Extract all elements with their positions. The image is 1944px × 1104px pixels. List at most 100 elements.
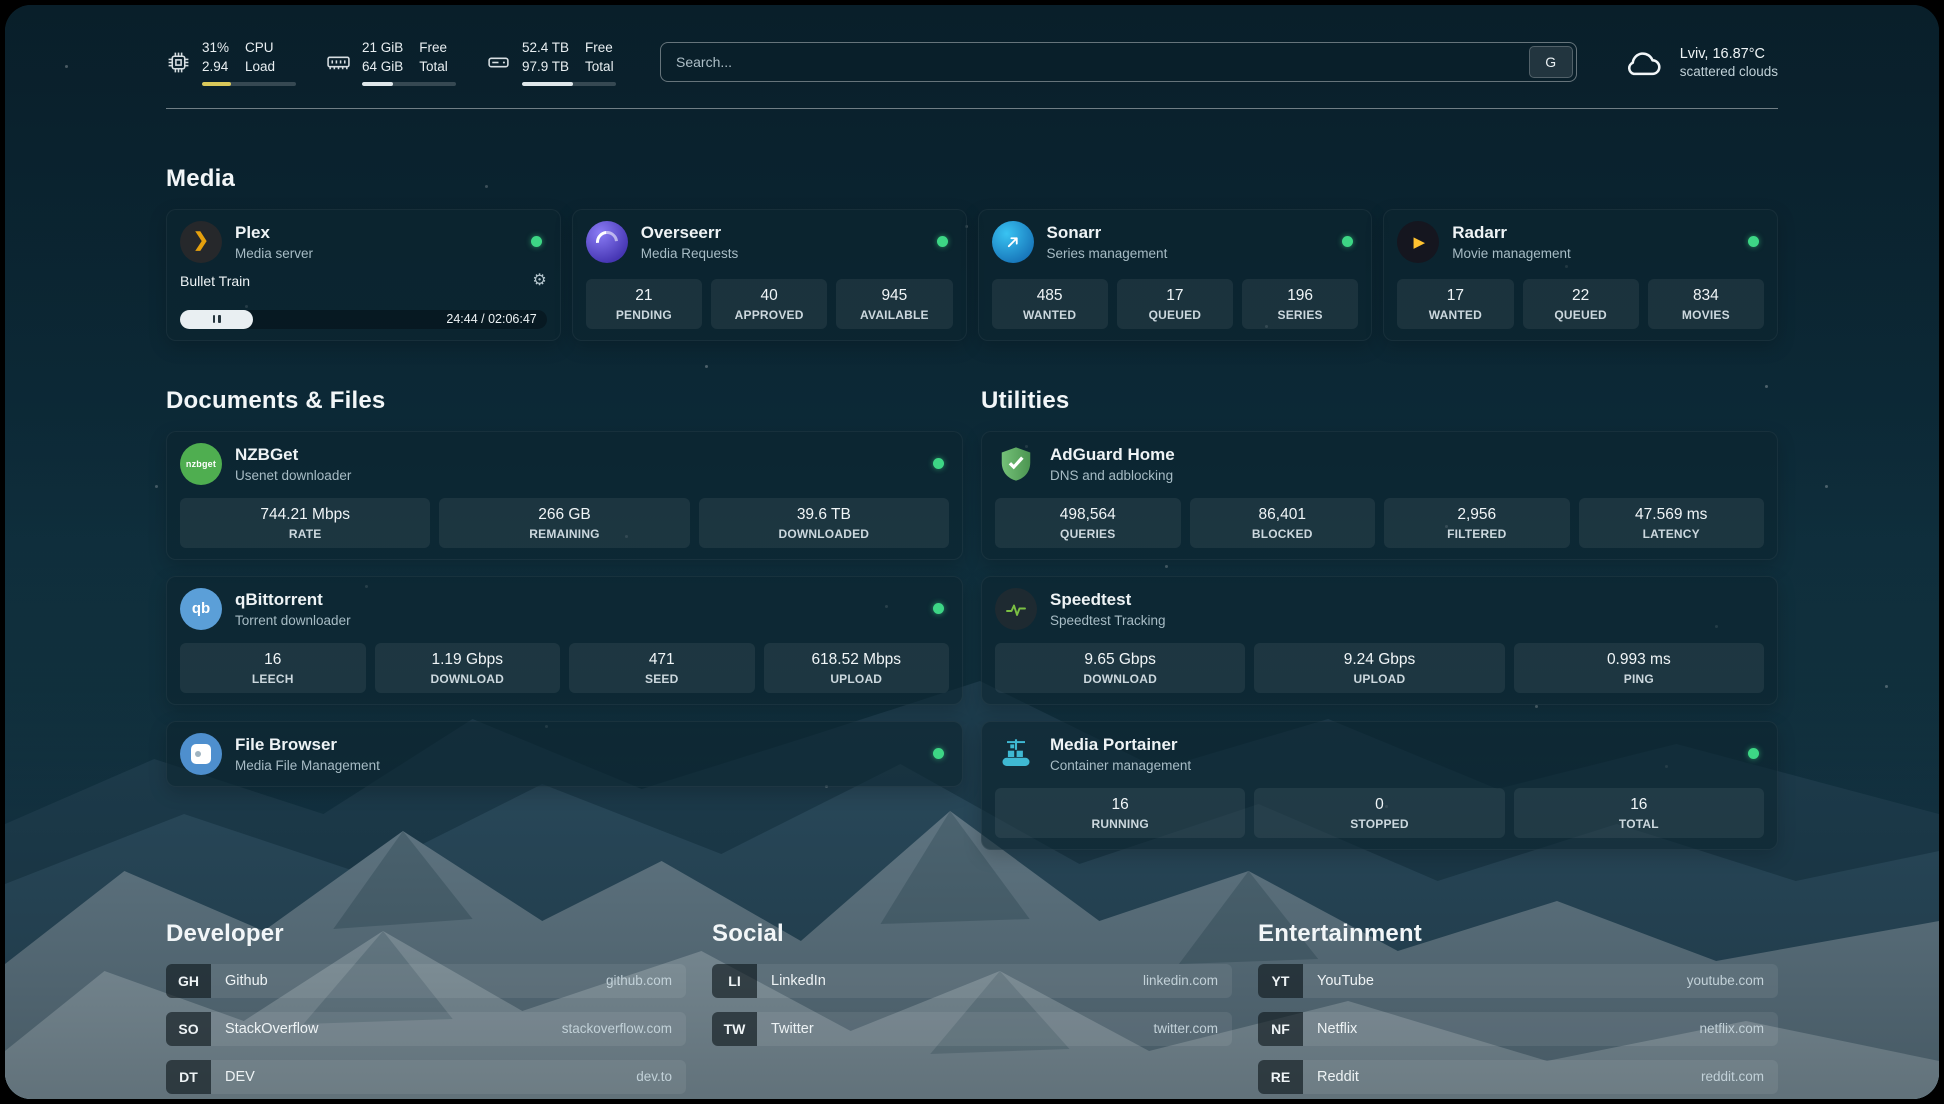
status-online-dot <box>531 236 542 247</box>
bookmark-group-social: Social LI LinkedIn linkedin.com TW Twitt… <box>712 920 1232 1099</box>
bookmark-url: twitter.com <box>1153 1021 1218 1036</box>
bookmark-dev[interactable]: DT DEV dev.to <box>166 1060 686 1094</box>
stat-available: 945 AVAILABLE <box>836 279 952 329</box>
bookmark-netflix[interactable]: NF Netflix netflix.com <box>1258 1012 1778 1046</box>
bookmark-url: stackoverflow.com <box>562 1021 672 1036</box>
bookmark-url: dev.to <box>636 1069 672 1084</box>
bookmark-abbr: LI <box>712 964 757 998</box>
service-card-adguard[interactable]: AdGuard Home DNS and adblocking 498,564 … <box>981 431 1778 560</box>
service-description: Movie management <box>1452 246 1571 261</box>
service-card-speedtest[interactable]: Speedtest Speedtest Tracking 9.65 Gbps D… <box>981 576 1778 705</box>
bookmark-name: Twitter <box>771 1021 814 1037</box>
bookmark-abbr: NF <box>1258 1012 1303 1046</box>
ram-total-value: 64 GiB <box>362 58 403 77</box>
disk-free-label: Free <box>585 39 614 58</box>
service-card-overseerr[interactable]: Overseerr Media Requests 21 PENDING 40 A… <box>572 209 967 341</box>
stat-download: 1.19 Gbps DOWNLOAD <box>375 643 561 693</box>
memory-monitor: 21 GiB 64 GiB Free Total <box>326 39 456 86</box>
section-title-social: Social <box>712 920 1232 948</box>
service-name: Media Portainer <box>1050 735 1191 755</box>
radarr-icon: ▶ <box>1397 221 1439 263</box>
stat-movies: 834 MOVIES <box>1648 279 1764 329</box>
service-card-nzbget[interactable]: nzbget NZBGet Usenet downloader 744.21 M… <box>166 431 963 560</box>
bookmark-twitter[interactable]: TW Twitter twitter.com <box>712 1012 1232 1046</box>
cpu-load-label: Load <box>245 58 275 77</box>
player-settings-gear-icon[interactable]: ⚙ <box>532 273 546 289</box>
bookmark-url: linkedin.com <box>1143 973 1218 988</box>
service-card-sonarr[interactable]: Sonarr Series management 485 WANTED 17 Q… <box>978 209 1373 341</box>
disk-drive-icon <box>486 50 511 75</box>
bookmark-url: github.com <box>606 973 672 988</box>
status-online-dot <box>933 748 944 759</box>
service-card-qbittorrent[interactable]: qb qBittorrent Torrent downloader 16 LEE… <box>166 576 963 705</box>
cpu-chip-icon <box>166 50 191 75</box>
bookmark-group-entertainment: Entertainment YT YouTube youtube.com NF … <box>1258 920 1778 1099</box>
status-online-dot <box>1748 236 1759 247</box>
stat-wanted: 485 WANTED <box>992 279 1108 329</box>
stat-upload: 618.52 Mbps UPLOAD <box>764 643 950 693</box>
service-card-filebrowser[interactable]: File Browser Media File Management <box>166 721 963 787</box>
section-documents-files: Documents & Files nzbget NZBGet Usenet d… <box>166 387 963 866</box>
bookmark-name: YouTube <box>1317 973 1374 989</box>
player-progress-bar[interactable]: 24:44 / 02:06:47 <box>180 310 547 329</box>
stat-pending: 21 PENDING <box>586 279 702 329</box>
search-engine-button[interactable]: G <box>1529 46 1573 78</box>
section-title-media: Media <box>166 165 1778 193</box>
bookmark-abbr: GH <box>166 964 211 998</box>
service-card-radarr[interactable]: ▶ Radarr Movie management 17 WANTED <box>1383 209 1778 341</box>
bookmark-github[interactable]: GH Github github.com <box>166 964 686 998</box>
status-online-dot <box>937 236 948 247</box>
stat-queries: 498,564 QUERIES <box>995 498 1181 548</box>
service-card-portainer[interactable]: Media Portainer Container management 16 … <box>981 721 1778 850</box>
ram-free-label: Free <box>419 39 448 58</box>
stat-ping: 0.993 ms PING <box>1514 643 1764 693</box>
service-description: Media server <box>235 246 313 261</box>
ram-usage-bar <box>362 82 456 86</box>
stat-seed: 471 SEED <box>569 643 755 693</box>
section-media: Media ❯ Plex Media server Bullet Train ⚙ <box>166 165 1778 341</box>
status-online-dot <box>933 603 944 614</box>
service-card-plex[interactable]: ❯ Plex Media server Bullet Train ⚙ <box>166 209 561 341</box>
bookmark-stackoverflow[interactable]: SO StackOverflow stackoverflow.com <box>166 1012 686 1046</box>
section-title-entertainment: Entertainment <box>1258 920 1778 948</box>
cpu-load-average: 2.94 <box>202 58 229 77</box>
pause-button[interactable] <box>180 310 253 329</box>
disk-usage-bar <box>522 82 616 86</box>
bookmark-name: StackOverflow <box>225 1021 318 1037</box>
stat-downloaded: 39.6 TB DOWNLOADED <box>699 498 949 548</box>
service-name: File Browser <box>235 735 380 755</box>
cpu-usage-percent: 31% <box>202 39 229 58</box>
bookmark-url: youtube.com <box>1687 973 1764 988</box>
dashboard-screen: 31% 2.94 CPU Load <box>5 5 1939 1099</box>
bookmark-youtube[interactable]: YT YouTube youtube.com <box>1258 964 1778 998</box>
playback-time: 24:44 / 02:06:47 <box>446 312 536 326</box>
bookmark-abbr: TW <box>712 1012 757 1046</box>
bookmark-group-developer: Developer GH Github github.com SO StackO… <box>166 920 686 1099</box>
section-utilities: Utilities <box>981 387 1778 866</box>
bookmark-reddit[interactable]: RE Reddit reddit.com <box>1258 1060 1778 1094</box>
service-description: Media Requests <box>641 246 739 261</box>
search-input[interactable] <box>661 43 1526 81</box>
service-description: Speedtest Tracking <box>1050 613 1166 628</box>
bookmark-url: netflix.com <box>1699 1021 1764 1036</box>
sonarr-icon <box>992 221 1034 263</box>
stat-rate: 744.21 Mbps RATE <box>180 498 430 548</box>
stat-stopped: 0 STOPPED <box>1254 788 1504 838</box>
bookmark-url: reddit.com <box>1701 1069 1764 1084</box>
stat-download: 9.65 Gbps DOWNLOAD <box>995 643 1245 693</box>
weather-widget: Lviv, 16.87°C scattered clouds <box>1621 45 1778 79</box>
bookmark-linkedin[interactable]: LI LinkedIn linkedin.com <box>712 964 1232 998</box>
cpu-monitor: 31% 2.94 CPU Load <box>166 39 296 86</box>
status-online-dot <box>1748 748 1759 759</box>
ram-free-value: 21 GiB <box>362 39 403 58</box>
disk-free-value: 52.4 TB <box>522 39 569 58</box>
service-description: Series management <box>1047 246 1168 261</box>
service-name: AdGuard Home <box>1050 445 1175 465</box>
filebrowser-icon <box>180 733 222 775</box>
overseerr-icon <box>586 221 628 263</box>
stat-series: 196 SERIES <box>1242 279 1358 329</box>
bookmark-name: LinkedIn <box>771 973 826 989</box>
status-online-dot <box>933 458 944 469</box>
now-playing-title: Bullet Train <box>180 273 250 289</box>
stat-leech: 16 LEECH <box>180 643 366 693</box>
